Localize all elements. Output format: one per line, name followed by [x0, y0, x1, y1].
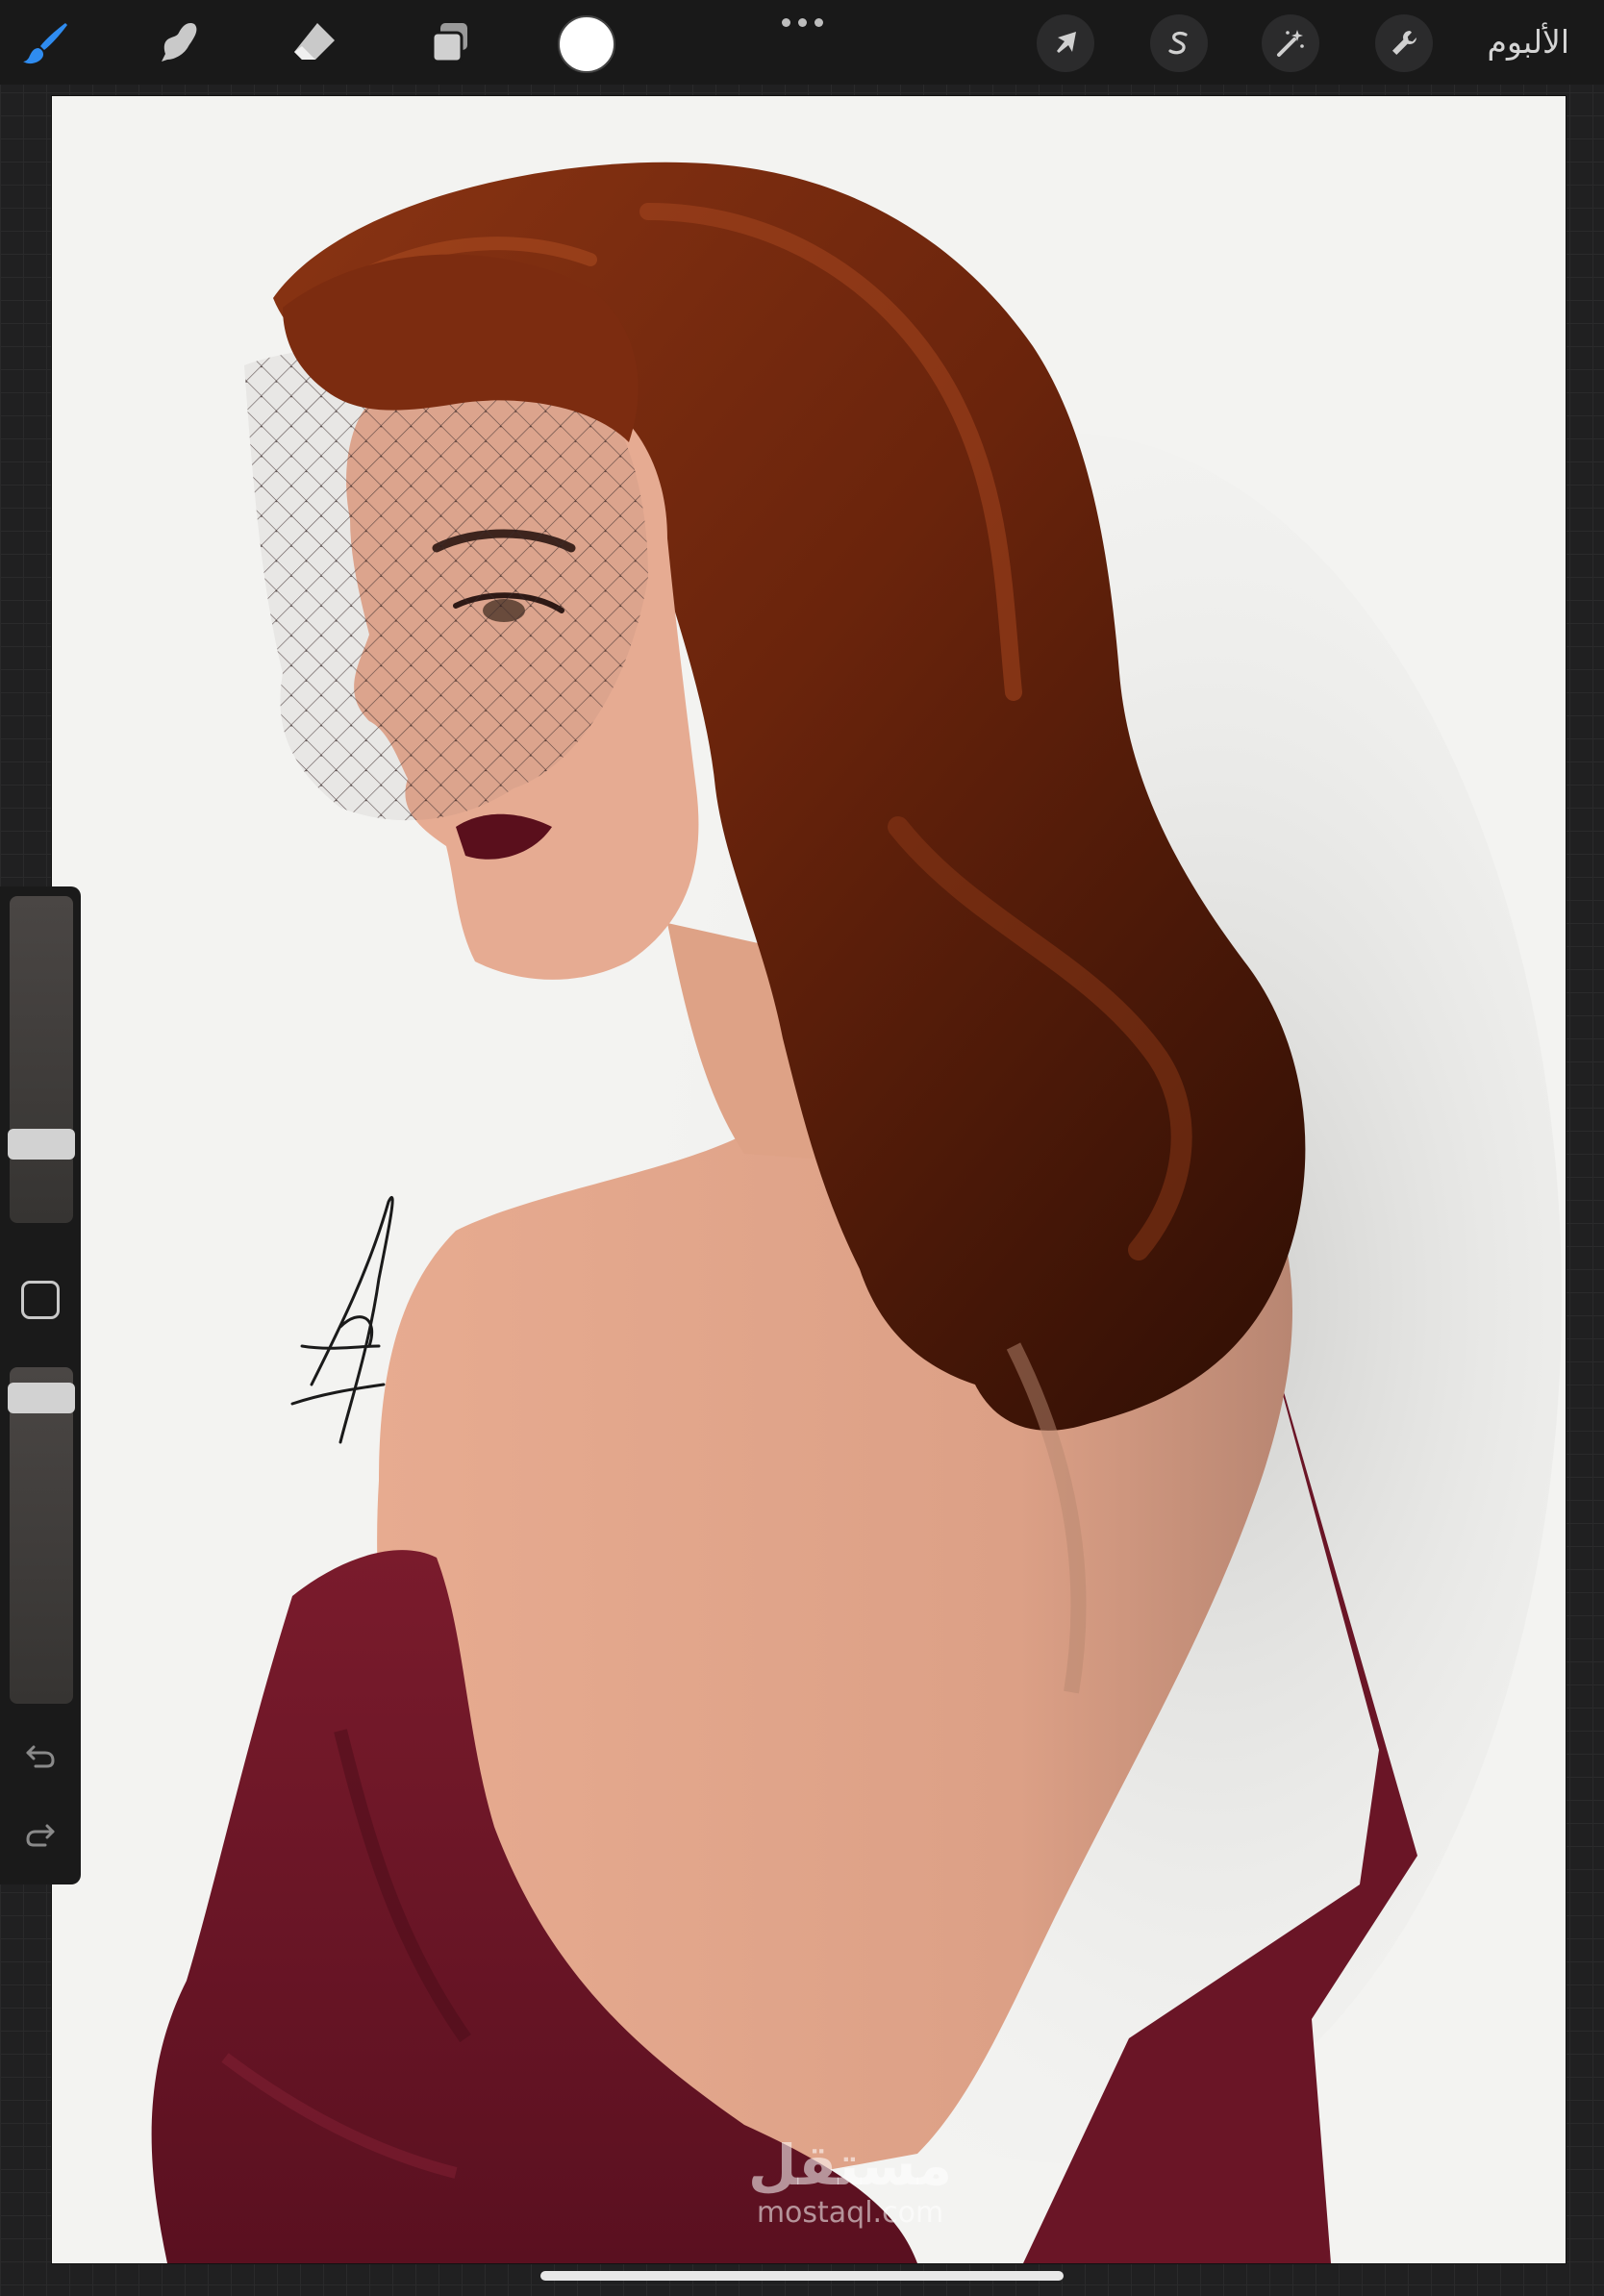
smudge-icon	[162, 23, 197, 62]
undo-icon	[26, 1745, 55, 1768]
top-toolbar: الألبوم	[0, 0, 1604, 85]
selection-button[interactable]	[1150, 14, 1208, 72]
brush-icon	[23, 23, 67, 64]
side-toolbar	[0, 886, 81, 1884]
drawing-canvas[interactable]: مستقل mostaql.com	[52, 96, 1566, 2263]
transform-button[interactable]	[1037, 14, 1094, 72]
magic-wand-icon	[1277, 30, 1304, 57]
undo-button[interactable]	[17, 1733, 63, 1779]
actions-button[interactable]	[1375, 14, 1433, 72]
dot	[781, 17, 790, 27]
dot	[814, 17, 823, 27]
eraser-tool-button[interactable]	[283, 10, 348, 75]
dot	[797, 17, 807, 27]
artwork-illustration	[151, 162, 1562, 2263]
opacity-thumb[interactable]	[8, 1383, 75, 1413]
redo-icon	[26, 1824, 55, 1847]
opacity-slider[interactable]	[10, 1367, 73, 1704]
home-indicator[interactable]	[540, 2271, 1064, 2281]
arrow-cursor-icon	[1057, 32, 1076, 53]
eraser-icon	[294, 23, 335, 60]
layers-button[interactable]	[417, 10, 483, 75]
selection-s-icon	[1168, 32, 1188, 55]
brush-size-thumb[interactable]	[8, 1129, 75, 1160]
redo-button[interactable]	[17, 1811, 63, 1858]
wrench-icon	[1392, 31, 1416, 55]
brush-size-slider[interactable]	[10, 896, 73, 1223]
gallery-button[interactable]: الألبوم	[1488, 19, 1569, 65]
brush-tool-button[interactable]	[13, 10, 79, 75]
adjustments-button[interactable]	[1262, 14, 1319, 72]
color-picker-button[interactable]	[558, 15, 615, 73]
smudge-tool-button[interactable]	[146, 10, 212, 75]
layers-icon	[431, 23, 467, 63]
more-options-button[interactable]	[775, 8, 829, 37]
modify-button[interactable]	[21, 1281, 60, 1319]
